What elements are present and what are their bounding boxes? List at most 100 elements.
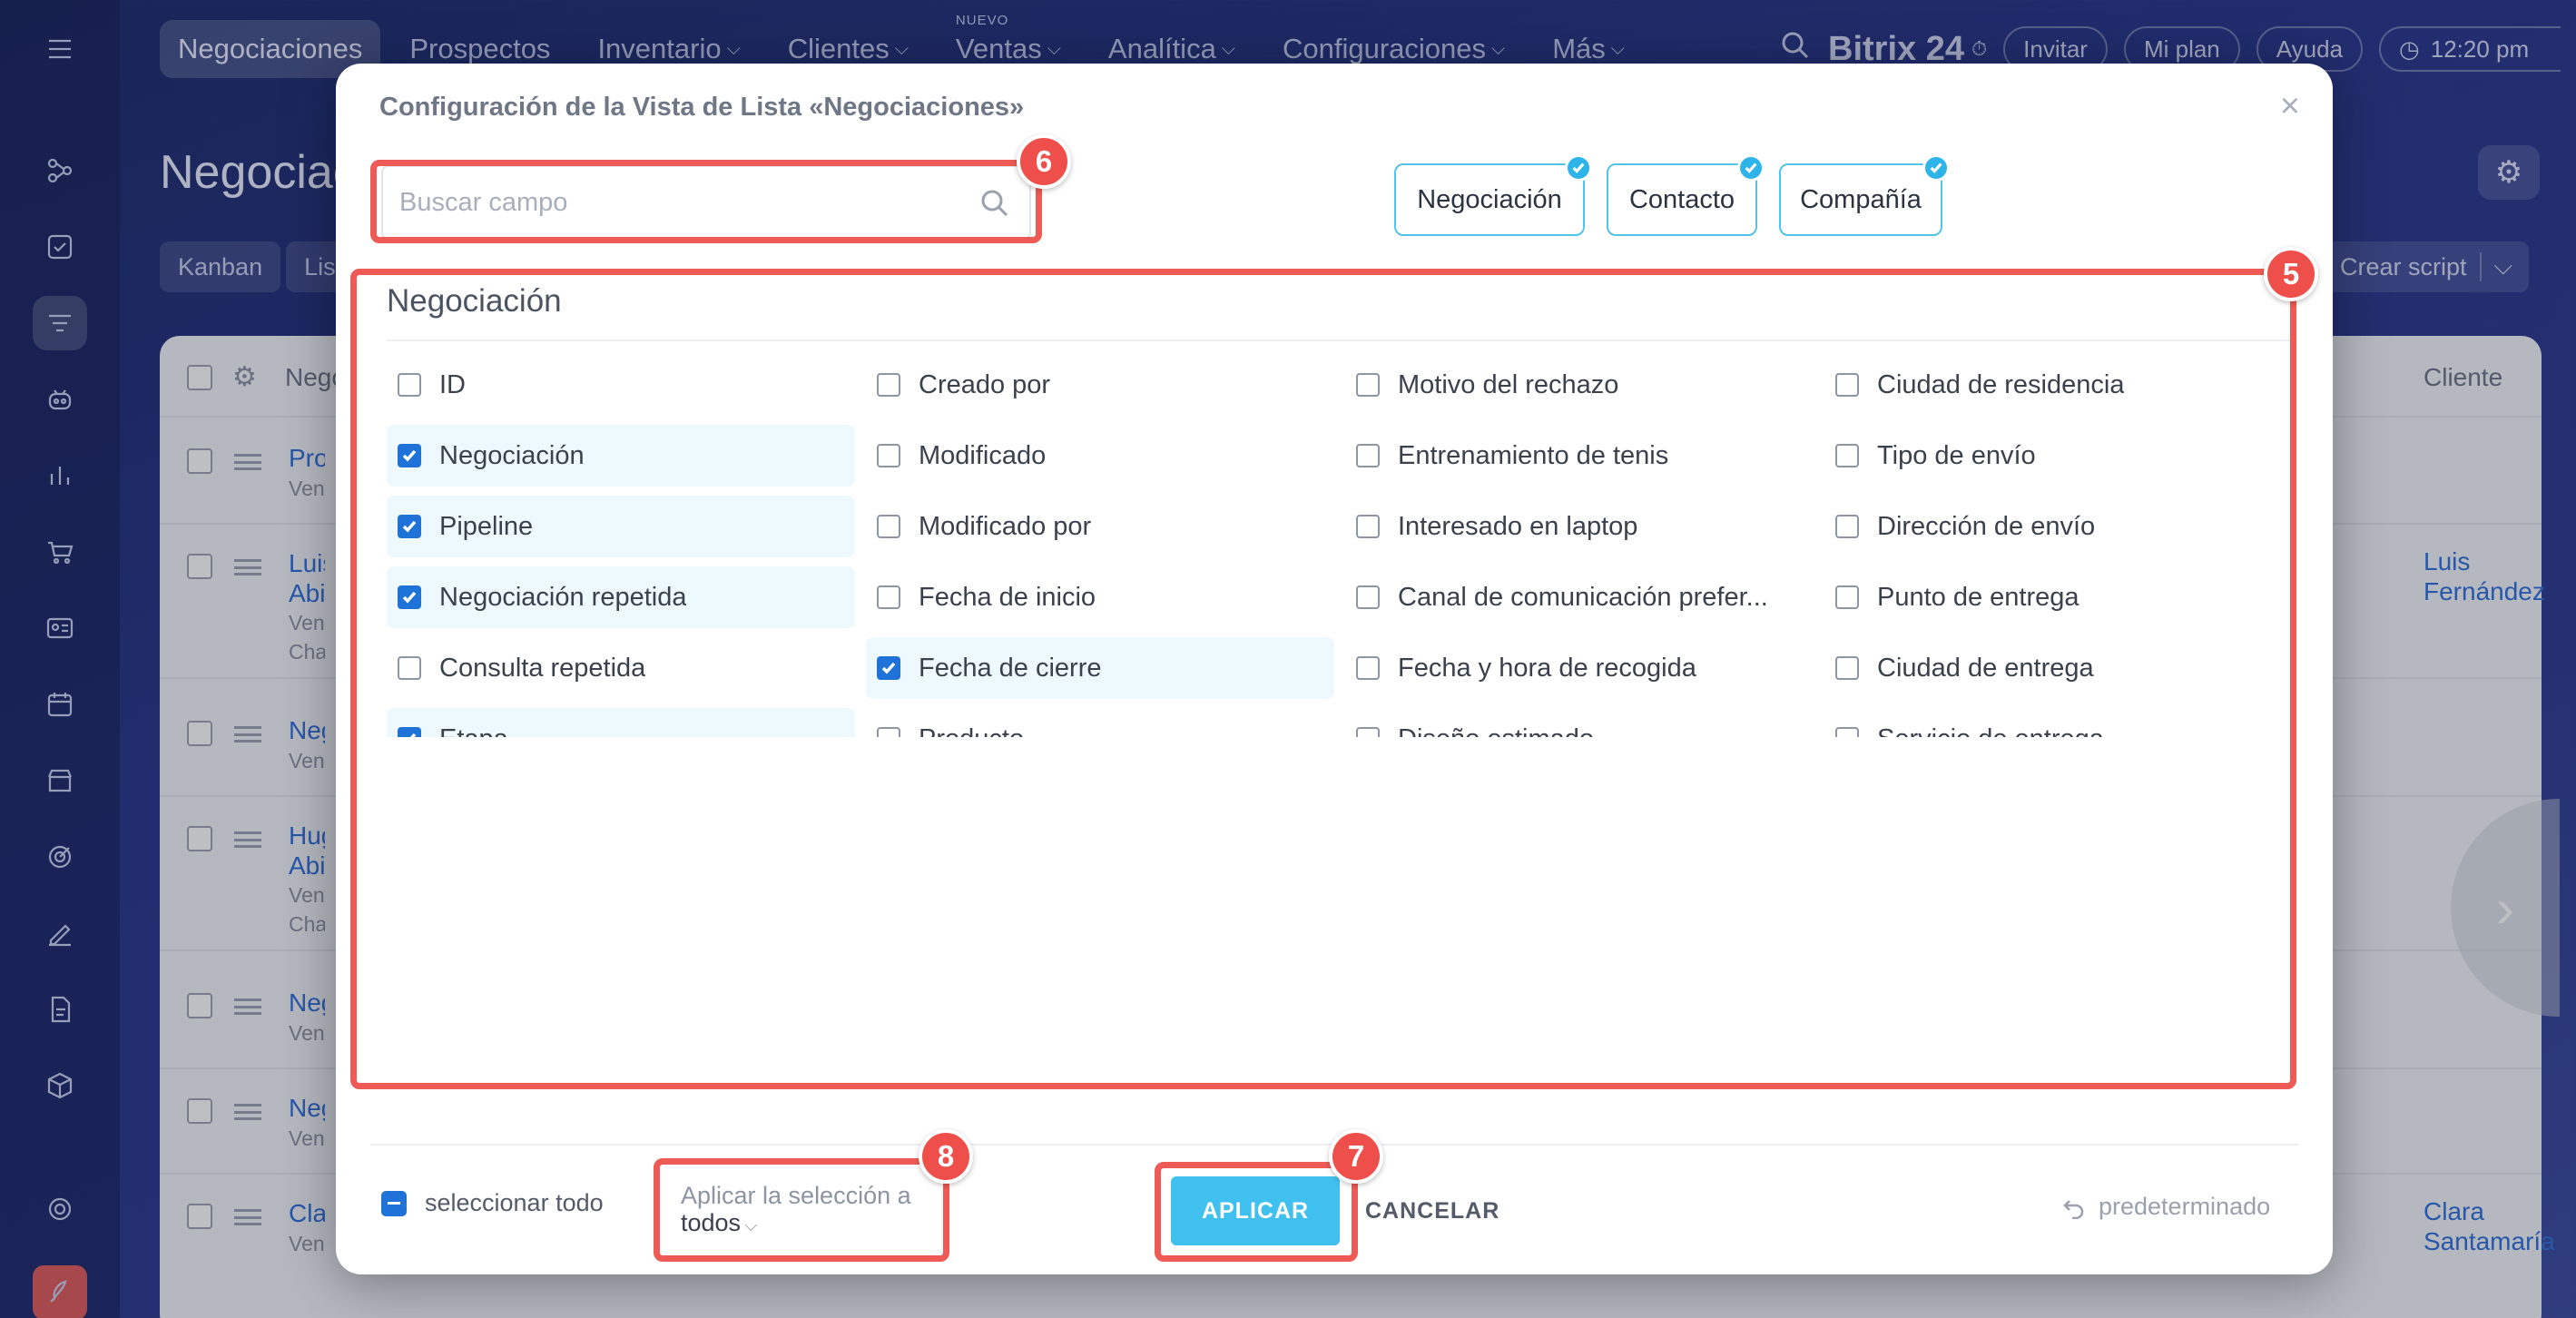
- field-label: Dirección de envío: [1877, 511, 2096, 541]
- field-checkbox[interactable]: [398, 444, 421, 467]
- field-option[interactable]: Negociación: [387, 425, 855, 487]
- field-checkbox[interactable]: [1835, 373, 1859, 397]
- field-label: Canal de comunicación prefer...: [1398, 582, 1768, 612]
- field-option[interactable]: Negociación repetida: [387, 566, 855, 628]
- field-option[interactable]: Ciudad de entrega: [1824, 637, 2293, 699]
- field-checkbox[interactable]: [398, 515, 421, 538]
- field-label: Modificado: [919, 440, 1047, 470]
- field-option[interactable]: Fecha y hora de recogida: [1345, 637, 1814, 699]
- field-checkbox[interactable]: [877, 515, 900, 538]
- field-label: Diseño estimado: [1398, 724, 1594, 738]
- entity-tab-label: Compañía: [1800, 184, 1922, 214]
- annotation-badge-5: 5: [2264, 247, 2318, 301]
- field-checkbox[interactable]: [398, 656, 421, 680]
- apply-selection-value: todos: [681, 1209, 742, 1236]
- field-option[interactable]: Ciudad de residencia: [1824, 354, 2293, 416]
- field-label: Pipeline: [439, 511, 534, 541]
- field-label: Producto: [919, 724, 1024, 738]
- field-option[interactable]: Modificado por: [866, 496, 1334, 557]
- select-all-label: seleccionar todo: [425, 1189, 604, 1216]
- field-checkbox[interactable]: [1835, 515, 1859, 538]
- reset-default-label: predeterminado: [2099, 1193, 2271, 1220]
- entity-tab-label: Negociación: [1417, 184, 1562, 214]
- field-option[interactable]: Motivo del rechazo: [1345, 354, 1814, 416]
- reset-default-button[interactable]: predeterminado: [2062, 1193, 2270, 1221]
- apply-selection-dropdown[interactable]: Aplicar la selección a todos ⌵: [681, 1182, 911, 1241]
- field-checkbox[interactable]: [1356, 373, 1380, 397]
- field-label: Ciudad de entrega: [1877, 653, 2094, 683]
- field-checkbox[interactable]: [1356, 585, 1380, 609]
- field-option[interactable]: Producto: [866, 708, 1334, 737]
- field-option[interactable]: Fecha de cierre: [866, 637, 1334, 699]
- field-option[interactable]: Diseño estimado: [1345, 708, 1814, 737]
- field-option[interactable]: Punto de entrega: [1824, 566, 2293, 628]
- select-all-control[interactable]: seleccionar todo: [381, 1189, 604, 1217]
- field-option[interactable]: Pipeline: [387, 496, 855, 557]
- section-title: Negociación: [387, 283, 562, 319]
- field-label: Fecha de inicio: [919, 582, 1096, 612]
- field-option[interactable]: Canal de comunicación prefer...: [1345, 566, 1814, 628]
- field-option[interactable]: Servicio de entrega: [1824, 708, 2293, 737]
- cancel-button[interactable]: CANCELAR: [1354, 1176, 1510, 1245]
- annotation-badge-8: 8: [919, 1129, 973, 1184]
- field-label: Modificado por: [919, 511, 1092, 541]
- field-checkbox[interactable]: [877, 373, 900, 397]
- field-checkbox[interactable]: [1835, 585, 1859, 609]
- field-label: Etapa: [439, 724, 508, 738]
- field-checkbox[interactable]: [877, 656, 900, 680]
- field-search: [381, 165, 1031, 240]
- field-option[interactable]: Entrenamiento de tenis: [1345, 425, 1814, 487]
- dialog-title: Configuración de la Vista de Lista «Nego…: [379, 93, 1025, 122]
- entity-tab-0[interactable]: Negociación: [1394, 154, 1592, 236]
- field-option[interactable]: Dirección de envío: [1824, 496, 2293, 557]
- search-input[interactable]: [383, 167, 1029, 238]
- entity-tab-1[interactable]: Contacto: [1607, 154, 1765, 236]
- field-label: Creado por: [919, 369, 1051, 399]
- field-checkbox[interactable]: [1356, 515, 1380, 538]
- field-option[interactable]: Consulta repetida: [387, 637, 855, 699]
- field-checkbox[interactable]: [398, 585, 421, 609]
- field-checkbox[interactable]: [398, 727, 421, 737]
- field-checkbox[interactable]: [877, 727, 900, 737]
- field-checkbox[interactable]: [1835, 656, 1859, 680]
- field-label: ID: [439, 369, 466, 399]
- field-label: Interesado en laptop: [1398, 511, 1638, 541]
- field-option[interactable]: Modificado: [866, 425, 1334, 487]
- field-checkbox[interactable]: [1356, 656, 1380, 680]
- field-checkbox[interactable]: [877, 585, 900, 609]
- field-option[interactable]: Fecha de inicio: [866, 566, 1334, 628]
- check-icon: [1737, 154, 1765, 182]
- field-option[interactable]: Etapa: [387, 708, 855, 737]
- field-checkbox[interactable]: [1356, 444, 1380, 467]
- check-icon: [1565, 154, 1592, 182]
- field-checkbox[interactable]: [1356, 727, 1380, 737]
- divider: [387, 339, 2295, 341]
- apply-button[interactable]: APLICAR: [1171, 1176, 1340, 1245]
- fields-section: Negociación ID Negociación Pipeline Negocia…: [356, 274, 2307, 737]
- close-icon[interactable]: ×: [2280, 89, 2300, 123]
- entity-tab-label: Contacto: [1628, 184, 1735, 214]
- field-option[interactable]: Creado por: [866, 354, 1334, 416]
- search-icon: [981, 190, 1008, 217]
- field-label: Tipo de envío: [1877, 440, 2036, 470]
- list-view-settings-dialog: Configuración de la Vista de Lista «Nego…: [336, 64, 2333, 1274]
- apply-selection-label: Aplicar la selección a: [681, 1182, 911, 1209]
- select-all-checkbox[interactable]: [381, 1190, 407, 1216]
- field-label: Entrenamiento de tenis: [1398, 440, 1669, 470]
- field-label: Negociación: [439, 440, 585, 470]
- chevron-down-icon: ⌵: [744, 1216, 758, 1234]
- field-label: Consulta repetida: [439, 653, 646, 683]
- field-checkbox[interactable]: [398, 373, 421, 397]
- check-icon: [1922, 154, 1950, 182]
- field-checkbox[interactable]: [1835, 727, 1859, 737]
- field-checkbox[interactable]: [1835, 444, 1859, 467]
- annotation-badge-7: 7: [1329, 1129, 1383, 1184]
- entity-tab-2[interactable]: Compañía: [1779, 154, 1950, 236]
- field-option[interactable]: ID: [387, 354, 855, 416]
- field-label: Fecha y hora de recogida: [1398, 653, 1696, 683]
- annotation-badge-6: 6: [1017, 134, 1071, 189]
- field-option[interactable]: Interesado en laptop: [1345, 496, 1814, 557]
- undo-icon: [2063, 1199, 2084, 1219]
- field-option[interactable]: Tipo de envío: [1824, 425, 2293, 487]
- field-checkbox[interactable]: [877, 444, 900, 467]
